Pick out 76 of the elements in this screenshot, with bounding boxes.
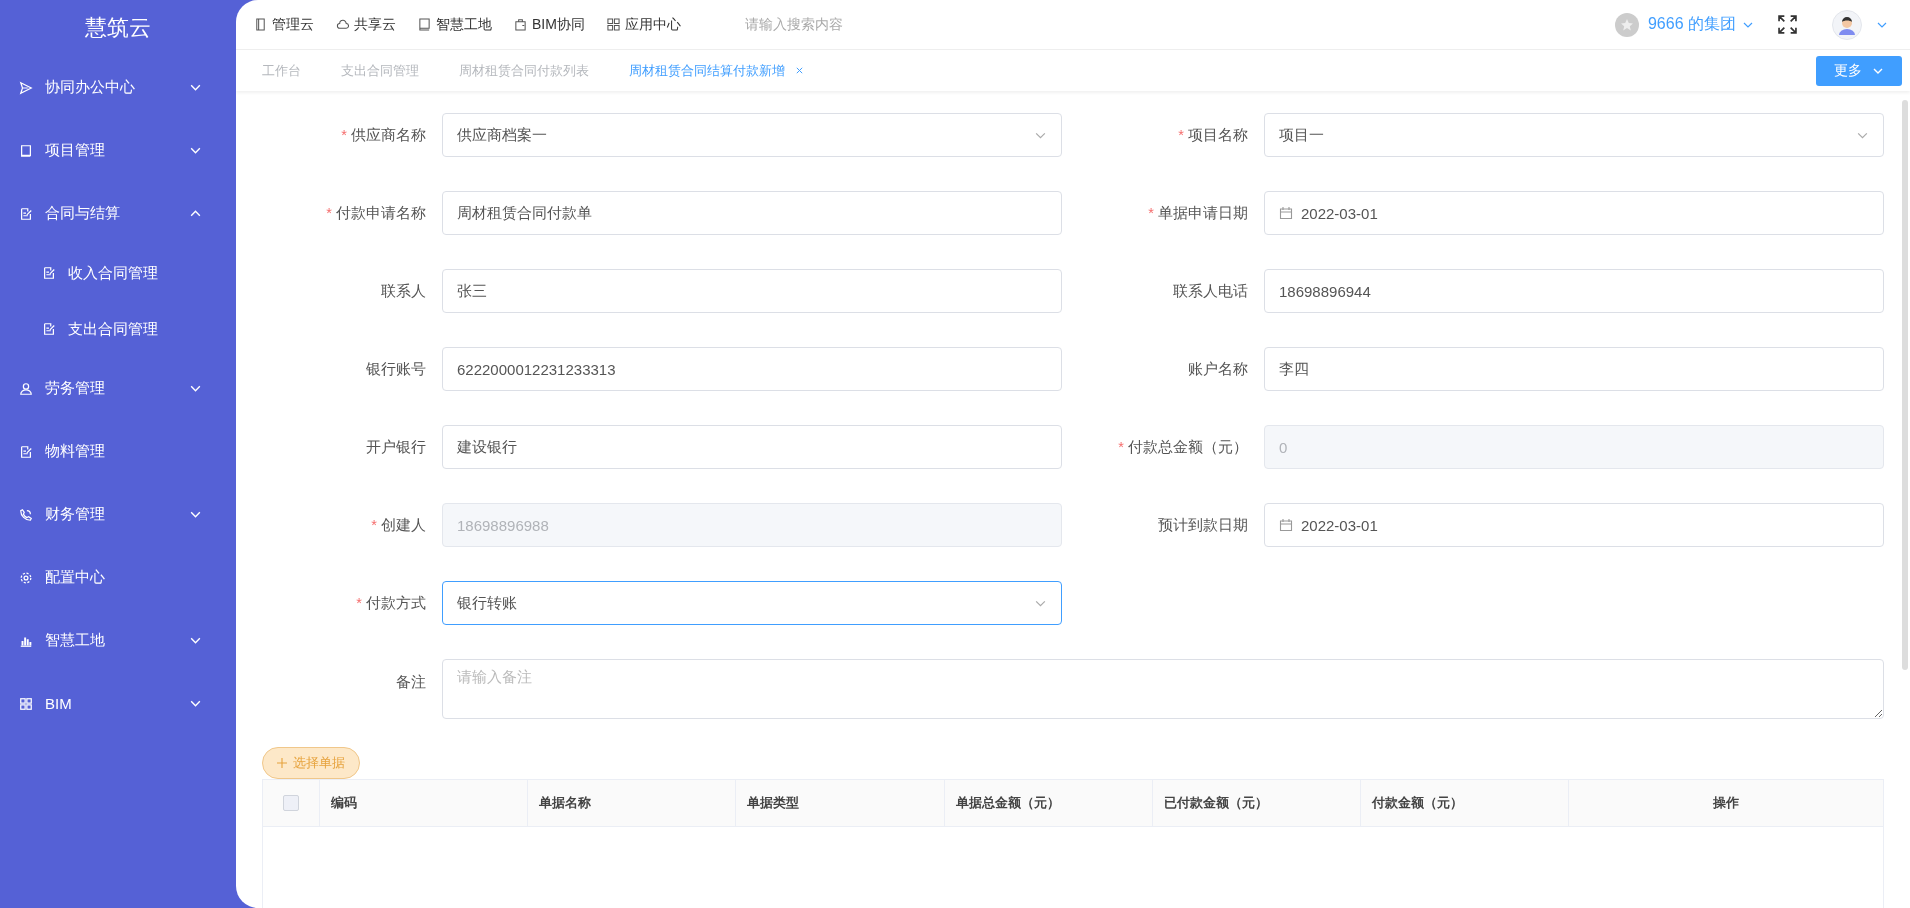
book-icon	[418, 18, 431, 31]
field-label: 备注	[395, 673, 427, 692]
input-field[interactable]: 6222000012231233313	[442, 347, 1062, 391]
nav-link[interactable]: 管理云	[254, 15, 314, 34]
checkbox[interactable]	[283, 795, 299, 811]
tab[interactable]: 周材租赁合同结算付款新增	[617, 61, 832, 80]
nav-link[interactable]: 共享云	[336, 15, 396, 34]
edit-icon	[19, 444, 33, 459]
app-logo: 慧筑云	[84, 14, 152, 42]
close-icon[interactable]	[795, 66, 804, 75]
grid-icon	[606, 18, 620, 31]
date-field[interactable]: 2022-03-01	[1264, 191, 1884, 235]
input-field[interactable]: 18698896944	[1264, 269, 1884, 313]
calendar-icon	[1279, 518, 1293, 532]
organization-switcher[interactable]: 9666 的集团	[1647, 14, 1754, 35]
nav-link[interactable]: BIM协同	[514, 15, 585, 34]
edit-icon	[42, 322, 56, 336]
column-header: 单据类型	[736, 780, 945, 826]
select-field[interactable]: 银行转账	[442, 581, 1062, 625]
book-icon	[19, 143, 33, 158]
bag-icon	[514, 18, 527, 31]
column-header: 付款金额（元）	[1360, 780, 1570, 826]
nav-link[interactable]: 智慧工地	[418, 15, 492, 34]
field-label: 银行账号	[365, 359, 427, 379]
column-header: 已付款金额（元）	[1152, 780, 1361, 826]
column-header: 编码	[320, 780, 529, 826]
fullscreen-icon[interactable]	[1778, 15, 1797, 34]
field-label: * 付款总金额（元）	[1117, 437, 1249, 457]
badge-icon	[1614, 12, 1639, 37]
field-label: 账户名称	[1187, 359, 1249, 379]
sidebar-item[interactable]: 项目管理	[0, 119, 236, 182]
plus-icon	[277, 758, 287, 768]
send-icon	[19, 80, 33, 95]
sidebar-item[interactable]: BIM	[0, 672, 236, 735]
field-label: * 单据申请日期	[1147, 203, 1249, 223]
calendar-icon	[1279, 206, 1293, 220]
edit-icon	[19, 206, 33, 221]
input-field[interactable]: 建设银行	[442, 425, 1062, 469]
field-label: * 项目名称	[1177, 125, 1249, 145]
grid-icon	[19, 696, 33, 711]
sidebar-item[interactable]: 智慧工地	[0, 609, 236, 672]
field-label: 预计到款日期	[1157, 515, 1249, 535]
gear-icon	[19, 570, 33, 585]
field-label: 开户银行	[365, 437, 427, 457]
nav-link[interactable]: 应用中心	[606, 15, 681, 34]
avatar-icon[interactable]	[1832, 9, 1862, 40]
input-field[interactable]: 李四	[1264, 347, 1884, 391]
input-field[interactable]: 周材租赁合同付款单	[442, 191, 1062, 235]
field-label: * 供应商名称	[340, 125, 427, 145]
remark-field[interactable]: 请输入备注	[442, 659, 1884, 719]
column-header: 单据总金额（元）	[944, 780, 1153, 826]
date-field[interactable]: 2022-03-01	[1264, 503, 1884, 547]
sidebar-subitem[interactable]: 收入合同管理	[0, 245, 236, 301]
select-field[interactable]: 项目一	[1264, 113, 1884, 157]
edit-icon	[42, 266, 56, 280]
doc-icon	[254, 18, 267, 31]
more-button[interactable]: 更多	[1816, 55, 1902, 86]
column-header: 单据名称	[528, 780, 737, 826]
sidebar-item[interactable]: 协同办公中心	[0, 56, 236, 119]
field-label: * 付款方式	[355, 593, 427, 613]
sidebar-subitem[interactable]: 支出合同管理	[0, 301, 236, 357]
cloud-icon	[336, 18, 349, 31]
sidebar-item[interactable]: 配置中心	[0, 546, 236, 609]
field-label: 联系人电话	[1172, 281, 1249, 301]
input-field[interactable]: 张三	[442, 269, 1062, 313]
user-icon	[19, 381, 33, 396]
field-label: 联系人	[380, 281, 427, 301]
select-field[interactable]: 供应商档案一	[442, 113, 1062, 157]
field-label: * 创建人	[370, 515, 427, 535]
sidebar-item[interactable]: 合同与结算	[0, 182, 236, 245]
sidebar-item[interactable]: 劳务管理	[0, 357, 236, 420]
phone-icon	[19, 507, 33, 522]
sidebar-item[interactable]: 物料管理	[0, 420, 236, 483]
sidebar-item[interactable]: 财务管理	[0, 483, 236, 546]
field-label: * 付款申请名称	[325, 203, 427, 223]
column-header: 操作	[1712, 794, 1741, 812]
